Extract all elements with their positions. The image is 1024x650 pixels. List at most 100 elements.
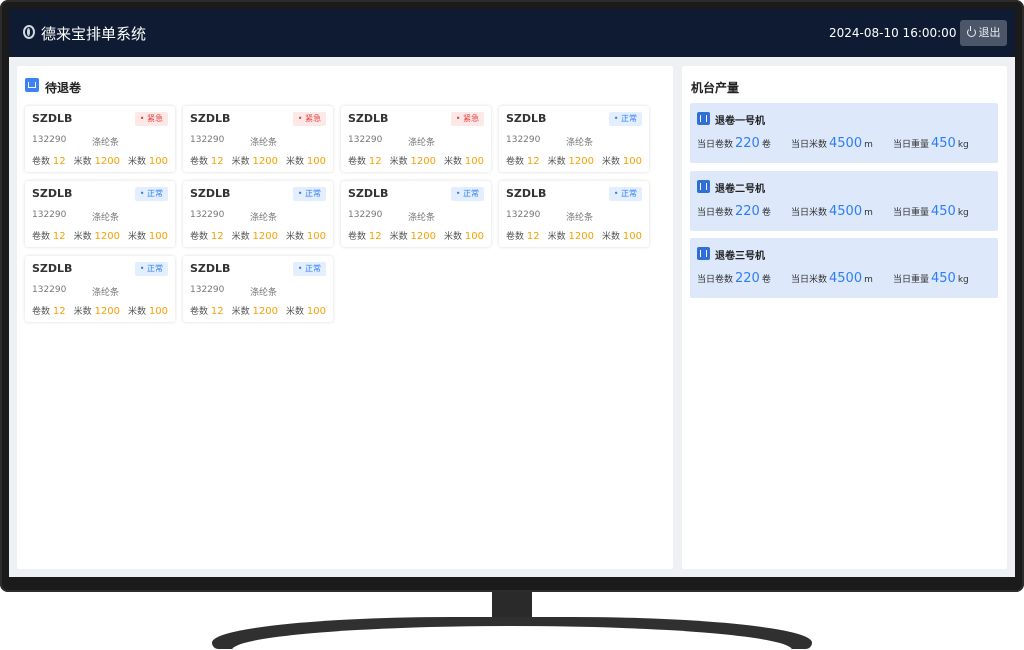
card-code: SZDLB <box>348 112 389 125</box>
rolls-label: 卷数 <box>348 232 367 242</box>
daily-meters-unit: m <box>864 208 873 218</box>
pending-card[interactable]: SZDLB • 正常 132290 涤纶条 卷数 12 米数 1200 米数 100 <box>341 181 491 247</box>
meters-value: 1200 <box>94 306 120 317</box>
card-code: SZDLB <box>32 112 73 125</box>
card-code: SZDLB <box>348 187 389 200</box>
pending-card[interactable]: SZDLB • 紧急 132290 涤纶条 卷数 12 米数 1200 米数 100 <box>341 106 491 172</box>
order-number: 132290 <box>190 135 225 145</box>
meters-value-2: 100 <box>148 231 168 242</box>
pending-card[interactable]: SZDLB • 正常 132290 涤纶条 卷数 12 米数 1200 米数 100 <box>183 181 333 247</box>
material-name: 涤纶条 <box>566 138 594 148</box>
status-badge: • 正常 <box>134 187 168 201</box>
daily-meters-label: 当日米数 <box>791 140 828 150</box>
meters-label-2: 米数 <box>285 157 304 167</box>
meters-value-2: 100 <box>306 231 326 242</box>
status-badge: • 正常 <box>450 187 484 201</box>
machine-card: 退卷二号机 当日卷数 220 卷 当日米数 4500 m 当日重量 450 kg <box>690 171 998 231</box>
meters-value: 1200 <box>252 306 278 317</box>
daily-weight-unit: kg <box>957 275 969 285</box>
pending-card[interactable]: SZDLB • 紧急 132290 涤纶条 卷数 12 米数 1200 米数 100 <box>25 106 175 172</box>
monitor-neck <box>492 592 532 619</box>
order-number: 132290 <box>190 285 225 295</box>
daily-weight: 当日重量 450 kg <box>893 204 969 219</box>
meters-value: 1200 <box>94 231 120 242</box>
meters-value-2: 100 <box>622 156 642 167</box>
status-badge: • 正常 <box>134 262 168 276</box>
meters-label: 米数 <box>73 157 92 167</box>
machine-card: 退卷三号机 当日卷数 220 卷 当日米数 4500 m 当日重量 450 kg <box>690 238 998 298</box>
status-label: 紧急 <box>147 114 163 123</box>
meters-value-2: 100 <box>464 231 484 242</box>
pending-card[interactable]: SZDLB • 紧急 132290 涤纶条 卷数 12 米数 1200 米数 100 <box>183 106 333 172</box>
status-label: 正常 <box>621 114 637 123</box>
rolls-label: 卷数 <box>190 307 209 317</box>
daily-meters: 当日米数 4500 m <box>791 271 873 286</box>
meters-value-2: 100 <box>306 156 326 167</box>
daily-rolls-label: 当日卷数 <box>697 140 734 150</box>
pending-card[interactable]: SZDLB • 正常 132290 涤纶条 卷数 12 米数 1200 米数 100 <box>499 106 649 172</box>
pending-card[interactable]: SZDLB • 正常 132290 涤纶条 卷数 12 米数 1200 米数 100 <box>183 256 333 322</box>
meters-value-2: 100 <box>148 306 168 317</box>
status-label: 正常 <box>147 264 163 273</box>
order-number: 132290 <box>506 135 541 145</box>
card-stats: 卷数 12 米数 1200 米数 100 <box>506 229 650 242</box>
card-code: SZDLB <box>506 187 547 200</box>
card-stats: 卷数 12 米数 1200 米数 100 <box>32 154 176 167</box>
current-datetime: 2024-08-10 16:00:00 <box>829 26 957 40</box>
logo-icon <box>23 25 35 39</box>
daily-rolls-label: 当日卷数 <box>697 275 734 285</box>
card-stats: 卷数 12 米数 1200 米数 100 <box>506 154 650 167</box>
meters-label-2: 米数 <box>127 157 146 167</box>
rolls-label: 卷数 <box>348 157 367 167</box>
card-code: SZDLB <box>190 187 231 200</box>
card-stats: 卷数 12 米数 1200 米数 100 <box>348 154 492 167</box>
status-label: 紧急 <box>305 114 321 123</box>
daily-weight: 当日重量 450 kg <box>893 271 969 286</box>
pending-title: 待退卷 <box>45 81 82 95</box>
machine-card: 退卷一号机 当日卷数 220 卷 当日米数 4500 m 当日重量 450 kg <box>690 103 998 163</box>
pending-panel: 待退卷 SZDLB • 紧急 132290 涤纶条 卷数 12 米数 1200 米数 100… <box>17 66 673 569</box>
rolls-label: 卷数 <box>32 157 51 167</box>
meters-value: 1200 <box>410 156 436 167</box>
meters-label-2: 米数 <box>601 232 620 242</box>
rolls-value: 12 <box>210 306 224 317</box>
status-label: 正常 <box>463 189 479 198</box>
daily-weight: 当日重量 450 kg <box>893 136 969 151</box>
rolls-label: 卷数 <box>190 232 209 242</box>
daily-rolls: 当日卷数 220 卷 <box>697 136 771 151</box>
meters-label-2: 米数 <box>285 232 304 242</box>
monitor-bezel: 德来宝排单系统 2024-08-10 16:00:00 退出 待退卷 SZDLB… <box>0 0 1024 592</box>
rolls-label: 卷数 <box>506 157 525 167</box>
meters-value-2: 100 <box>464 156 484 167</box>
card-stats: 卷数 12 米数 1200 米数 100 <box>190 304 334 317</box>
pending-card[interactable]: SZDLB • 正常 132290 涤纶条 卷数 12 米数 1200 米数 100 <box>25 181 175 247</box>
order-number: 132290 <box>348 135 383 145</box>
meters-label: 米数 <box>73 232 92 242</box>
daily-rolls: 当日卷数 220 卷 <box>697 271 771 286</box>
rolls-value: 12 <box>52 156 66 167</box>
daily-meters-value: 4500 <box>829 136 863 151</box>
pending-card[interactable]: SZDLB • 正常 132290 涤纶条 卷数 12 米数 1200 米数 100 <box>25 256 175 322</box>
status-label: 正常 <box>621 189 637 198</box>
card-stats: 卷数 12 米数 1200 米数 100 <box>190 154 334 167</box>
status-label: 正常 <box>147 189 163 198</box>
machine-icon <box>697 180 710 193</box>
rolls-value: 12 <box>52 306 66 317</box>
card-code: SZDLB <box>190 112 231 125</box>
power-icon <box>966 26 976 37</box>
rolls-label: 卷数 <box>506 232 525 242</box>
meters-value: 1200 <box>410 231 436 242</box>
rolls-label: 卷数 <box>32 307 51 317</box>
card-stats: 卷数 12 米数 1200 米数 100 <box>348 229 492 242</box>
pending-icon <box>25 78 39 92</box>
meters-label-2: 米数 <box>285 307 304 317</box>
output-panel: 机台产量 退卷一号机 当日卷数 220 卷当日米数 4500 m 当日重量 450 kg 退卷二号… <box>682 66 1007 569</box>
order-number: 132290 <box>506 210 541 220</box>
card-code: SZDLB <box>506 112 547 125</box>
meters-label: 米数 <box>231 307 250 317</box>
daily-meters-unit: m <box>864 275 873 285</box>
pending-card[interactable]: SZDLB • 正常 132290 涤纶条 卷数 12 米数 1200 米数 100 <box>499 181 649 247</box>
rolls-value: 12 <box>526 231 540 242</box>
logout-button[interactable]: 退出 <box>960 20 1007 46</box>
card-code: SZDLB <box>32 262 73 275</box>
